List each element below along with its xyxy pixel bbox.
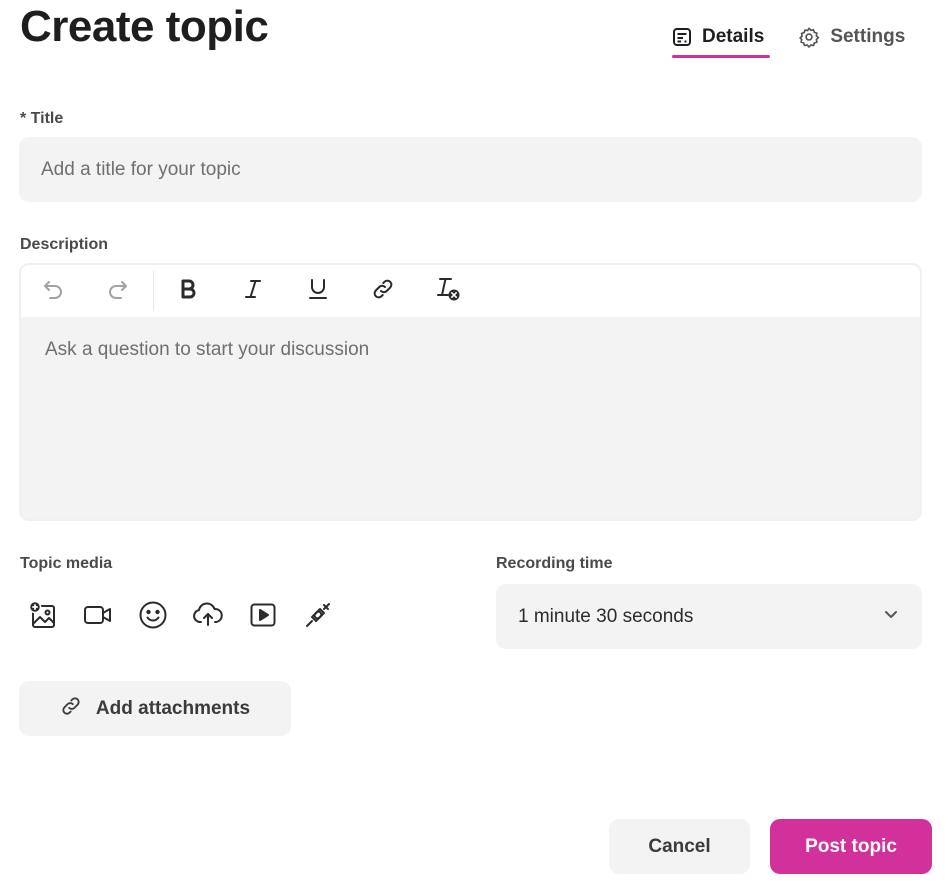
title-input[interactable] xyxy=(19,137,922,202)
recording-time-value: 1 minute 30 seconds xyxy=(518,605,694,627)
post-topic-button[interactable]: Post topic xyxy=(770,819,932,874)
smiley-icon xyxy=(138,600,168,635)
plug-icon xyxy=(303,600,333,635)
redo-button[interactable] xyxy=(96,271,140,311)
underline-button[interactable] xyxy=(296,271,340,311)
toolbar-divider xyxy=(153,271,154,311)
upload-button[interactable] xyxy=(189,598,227,636)
undo-button[interactable] xyxy=(31,271,75,311)
italic-button[interactable] xyxy=(231,271,275,311)
editor-toolbar xyxy=(21,265,920,317)
clear-format-icon xyxy=(434,275,462,308)
tab-settings[interactable]: Settings xyxy=(798,22,905,52)
add-attachments-button[interactable]: Add attachments xyxy=(19,681,291,736)
bold-button[interactable] xyxy=(166,271,210,311)
link-button[interactable] xyxy=(361,271,405,311)
tab-details-label: Details xyxy=(702,26,765,47)
add-image-icon xyxy=(28,600,58,635)
topic-media-toolbar xyxy=(24,598,337,636)
description-input[interactable]: Ask a question to start your discussion xyxy=(21,317,920,519)
chevron-down-icon xyxy=(882,605,900,628)
title-label: * Title xyxy=(20,110,64,127)
embed-video-button[interactable] xyxy=(244,598,282,636)
tab-details[interactable]: Details xyxy=(672,22,771,58)
add-attachments-label: Add attachments xyxy=(95,697,251,719)
link-icon xyxy=(371,277,395,306)
undo-icon xyxy=(41,277,65,306)
tab-bar: Details Settings xyxy=(672,22,905,58)
integration-button[interactable] xyxy=(299,598,337,636)
cancel-button[interactable]: Cancel xyxy=(609,819,750,874)
link-icon xyxy=(60,695,82,723)
redo-icon xyxy=(106,277,130,306)
cloud-upload-icon xyxy=(192,600,224,635)
underline-icon xyxy=(306,277,330,306)
video-camera-icon xyxy=(83,600,113,635)
details-icon xyxy=(672,27,692,47)
description-editor: Ask a question to start your discussion xyxy=(19,263,922,521)
description-label: Description xyxy=(20,236,109,253)
topic-media-label: Topic media xyxy=(20,555,113,572)
italic-icon xyxy=(241,277,265,306)
bold-icon xyxy=(176,277,200,306)
emoji-button[interactable] xyxy=(134,598,172,636)
recording-time-label: Recording time xyxy=(496,555,613,572)
gear-icon xyxy=(798,26,820,48)
play-video-icon xyxy=(248,600,278,635)
tab-settings-label: Settings xyxy=(830,26,906,47)
page-title: Create topic xyxy=(20,2,269,51)
clear-format-button[interactable] xyxy=(426,271,470,311)
add-image-button[interactable] xyxy=(24,598,62,636)
record-video-button[interactable] xyxy=(79,598,117,636)
recording-time-select[interactable]: 1 minute 30 seconds xyxy=(496,584,922,649)
